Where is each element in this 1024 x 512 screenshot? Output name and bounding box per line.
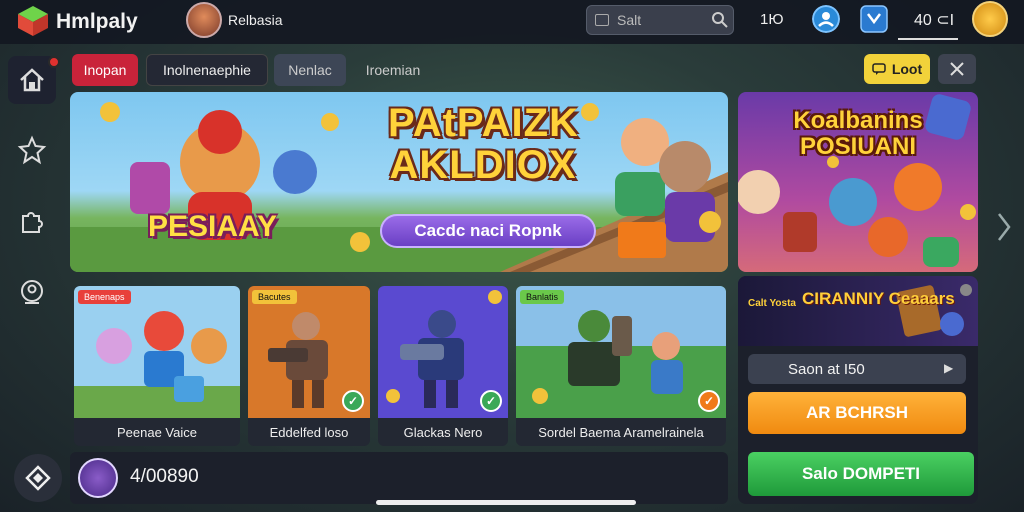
chevron-right-icon[interactable] <box>994 210 1014 244</box>
search-icon[interactable] <box>711 11 729 29</box>
star-icon <box>17 135 47 165</box>
app-name: Hmlpaly <box>56 10 138 33</box>
friends-icon[interactable] <box>812 5 840 33</box>
messages-icon[interactable] <box>860 5 888 33</box>
checkmark-icon: ✓ <box>342 390 364 412</box>
promo-logo-text: CIRANNIY Ceaaars <box>802 289 955 308</box>
coin-icon[interactable] <box>972 1 1008 37</box>
loot-label: Loot <box>891 61 923 77</box>
user-avatar[interactable] <box>186 2 222 38</box>
app-logo-icon <box>18 6 48 36</box>
tab-iroemian[interactable]: Iroemian <box>354 54 432 86</box>
game-card[interactable]: Benenaps Peenae Vaice <box>74 286 240 446</box>
card-caption: Peenae Vaice <box>117 424 197 440</box>
player-bar: 4/00890 <box>70 452 728 504</box>
coin-icon <box>488 290 502 304</box>
notification-dot <box>48 56 60 68</box>
top-bar: Hmlpaly Relbasia Salt 1Ю 40 ⊂I <box>0 0 1024 44</box>
checkmark-icon: ✓ <box>480 390 502 412</box>
square-icon <box>595 14 609 26</box>
tab-inolnenaephie[interactable]: Inolnenaephie <box>146 54 268 86</box>
coin-balance: 40 ⊂I <box>914 12 955 29</box>
card-caption: Sordel Baema Aramelrainela <box>538 424 704 440</box>
card-artwork <box>74 286 240 418</box>
puzzle-icon <box>22 212 43 233</box>
hero-sticker: PESIAAY <box>148 210 277 243</box>
card-tag: Bacutes <box>252 290 297 304</box>
card-tag: Benenaps <box>78 290 131 304</box>
side-banner[interactable]: Koalbanins POSIUANI <box>738 92 978 272</box>
hero-cta-button[interactable]: Cacdc naci Ropnk <box>380 214 596 248</box>
side-banner-title: Koalbanins POSIUANI <box>793 107 923 160</box>
game-card[interactable]: Bacutes ✓ Eddelfed loso <box>248 286 370 446</box>
play-icon: ▶ <box>944 361 954 375</box>
search-input[interactable]: Salt <box>586 5 734 35</box>
orange-button[interactable]: AR BCHRSH <box>748 392 966 434</box>
promo-banner[interactable]: Calt Yosta CIRANNIY Ceaaars <box>738 276 978 346</box>
counter-value: 1Ю <box>760 11 784 28</box>
hero-title: PAtPAIZK AKLDIOX <box>388 101 579 187</box>
card-caption: Eddelfed loso <box>269 424 349 440</box>
player-avatar[interactable] <box>78 458 118 498</box>
close-icon <box>950 62 964 76</box>
home-indicator[interactable] <box>376 500 636 505</box>
promo-small-text: Calt Yosta <box>748 298 796 309</box>
home-icon <box>20 68 44 92</box>
username: Relbasia <box>228 12 283 28</box>
game-card[interactable]: Banlatis ✓ Sordel Baema Aramelrainela <box>516 286 726 446</box>
player-score: 4/00890 <box>130 466 199 487</box>
bottom-nav-button[interactable] <box>14 454 62 502</box>
search-placeholder: Salt <box>617 12 642 28</box>
diamond-icon <box>25 465 51 491</box>
card-tag: Banlatis <box>520 290 565 304</box>
nav-favorites[interactable] <box>8 126 56 174</box>
promo-panel: Calt Yosta CIRANNIY Ceaaars Saon at I50 … <box>738 276 978 504</box>
card-caption: Glackas Nero <box>403 424 483 440</box>
tab-inopan[interactable]: Inopan <box>72 54 138 86</box>
divider <box>898 38 958 40</box>
game-card[interactable]: ✓ Glackas Nero <box>378 286 508 446</box>
nav-puzzle[interactable] <box>8 198 56 246</box>
loot-button[interactable]: Loot <box>864 54 930 84</box>
nav-profile[interactable] <box>8 268 56 316</box>
card-artwork <box>516 286 726 418</box>
close-button[interactable] <box>938 54 976 84</box>
tab-nenlac[interactable]: Nenlac <box>274 54 346 86</box>
green-button[interactable]: Salo DOMPETI <box>748 452 974 496</box>
hero-banner[interactable]: PAtPAIZK AKLDIOX PESIAAY Cacdc naci Ropn… <box>70 92 728 272</box>
season-label: Saon at I50 <box>788 360 865 378</box>
chat-icon <box>872 63 886 75</box>
checkmark-icon: ✓ <box>698 390 720 412</box>
profile-icon <box>21 280 43 304</box>
promo-artwork <box>896 284 972 337</box>
season-select[interactable]: Saon at I50 ▶ <box>748 354 966 384</box>
